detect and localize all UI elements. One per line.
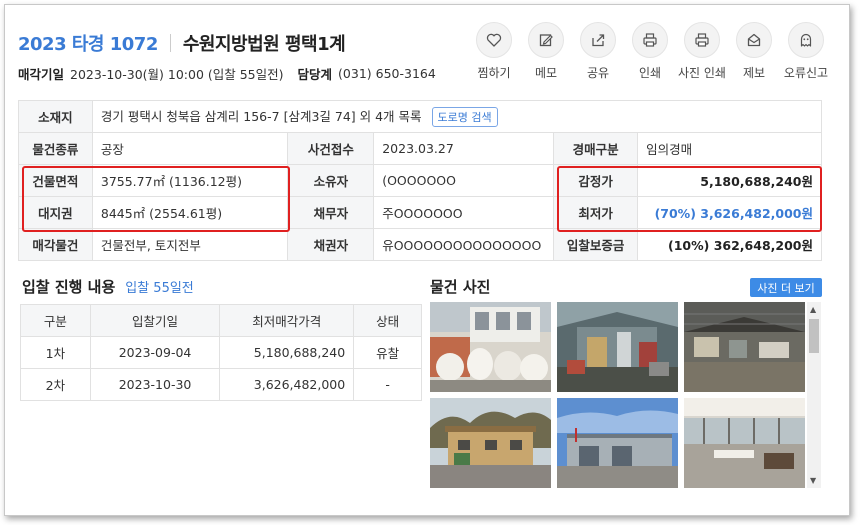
- location-cell: 경기 평택시 청북읍 삼계리 156-7 [삼계3길 74] 외 4개 목록 도…: [91, 100, 823, 133]
- sale-info: 매각기일 2023-10-30(월) 10:00 (입찰 55일전) 담당계 (…: [18, 64, 436, 83]
- type-label: 물건종류: [18, 132, 93, 165]
- bid-progress-title: 입찰 진행 내용 입찰 55일전: [22, 276, 194, 297]
- land-value: 8445㎡ (2554.61평): [91, 196, 289, 229]
- table-row: 1차 2023-09-04 5,180,688,240 유찰: [20, 336, 422, 369]
- min-price-value: (70%) 3,626,482,000원: [637, 196, 822, 229]
- print-icon: [632, 22, 668, 58]
- photo-print-icon: [684, 22, 720, 58]
- property-photo[interactable]: [684, 302, 805, 392]
- table-row: 2차 2023-10-30 3,626,482,000 -: [20, 368, 422, 401]
- favorite-label: 찜하기: [477, 66, 511, 80]
- location-label: 소재지: [18, 100, 93, 133]
- bid-col-status: 상태: [353, 304, 422, 337]
- sale-object-label: 매각물건: [18, 228, 93, 261]
- report-label: 제보: [742, 66, 766, 80]
- photo-gallery: [430, 302, 822, 488]
- favorite-button[interactable]: 찜하기: [468, 22, 520, 81]
- share-label: 공유: [586, 66, 610, 80]
- deposit-value: (10%) 362,648,200원: [637, 228, 822, 261]
- creditor-label: 채권자: [287, 228, 375, 261]
- report-button[interactable]: 제보: [728, 22, 780, 81]
- info-row-location: 소재지 경기 평택시 청북읍 삼계리 156-7 [삼계3길 74] 외 4개 …: [18, 100, 823, 133]
- property-photo[interactable]: [557, 302, 678, 392]
- manager-label: 담당계: [297, 67, 333, 82]
- type-value: 공장: [91, 132, 289, 165]
- bid-progress-heading: 입찰 진행 내용: [22, 278, 116, 296]
- print-button[interactable]: 인쇄: [624, 22, 676, 81]
- photo-print-label: 사진 인쇄: [678, 66, 726, 80]
- share-icon: [580, 22, 616, 58]
- info-row-sale-object: 매각물건 건물전부, 토지전부 채권자 유OOOOOOOOOOOOOOO 입찰보…: [18, 228, 822, 261]
- auction-type-value: 임의경매: [637, 132, 822, 165]
- action-toolbar: 찜하기 메모 공유 인쇄 사진 인쇄 제보 오류신고: [468, 22, 832, 81]
- filed-value: 2023.03.27: [373, 132, 555, 165]
- appraisal-value: 5,180,688,240원: [637, 164, 822, 197]
- property-photo[interactable]: [430, 398, 551, 488]
- case-title: 2023 타경 1072 수원지방법원 평택1계: [18, 30, 346, 56]
- error-report-label: 오류신고: [783, 66, 829, 80]
- memo-icon: [528, 22, 564, 58]
- filed-label: 사건접수: [287, 132, 375, 165]
- case-number: 2023 타경 1072: [18, 34, 158, 55]
- info-row-type: 물건종류 공장 사건접수 2023.03.27 경매구분 임의경매: [18, 132, 822, 165]
- error-report-button[interactable]: 오류신고: [780, 22, 832, 81]
- bid-status: 유찰: [353, 336, 422, 369]
- heart-icon: [476, 22, 512, 58]
- bid-history-table: 구분 입찰기일 최저매각가격 상태 1차 2023-09-04 5,180,68…: [20, 304, 422, 401]
- property-photo[interactable]: [684, 398, 805, 488]
- bid-days-left: 입찰 55일전: [125, 281, 194, 296]
- bid-min-price: 3,626,482,000: [219, 368, 355, 401]
- scroll-down-icon[interactable]: ▼: [810, 476, 816, 485]
- owner-value: (OOOOOOO: [373, 164, 555, 197]
- bid-col-date: 입찰기일: [89, 304, 221, 337]
- bid-header-row: 구분 입찰기일 최저매각가격 상태: [20, 304, 422, 337]
- bid-date: 2023-10-30: [89, 368, 221, 401]
- building-area-label: 건물면적: [18, 164, 93, 197]
- appraisal-label: 감정가: [553, 164, 639, 197]
- report-icon: [736, 22, 772, 58]
- property-info-table: 소재지 경기 평택시 청북읍 삼계리 156-7 [삼계3길 74] 외 4개 …: [18, 100, 823, 261]
- court-name: 수원지방법원 평택1계: [182, 34, 346, 55]
- debtor-value: 주OOOOOOO: [373, 196, 555, 229]
- photo-print-button[interactable]: 사진 인쇄: [676, 22, 728, 81]
- sale-date-label: 매각기일: [18, 67, 65, 82]
- title-divider: [169, 34, 171, 52]
- bid-round: 2차: [20, 368, 91, 401]
- bid-status: -: [353, 368, 422, 401]
- share-button[interactable]: 공유: [572, 22, 624, 81]
- owner-label: 소유자: [287, 164, 375, 197]
- info-row-building: 건물면적 3755.77㎡ (1136.12평) 소유자 (OOOOOOO 감정…: [18, 164, 822, 197]
- bid-round: 1차: [20, 336, 91, 369]
- photos-title: 물건 사진: [430, 278, 491, 296]
- land-label: 대지권: [18, 196, 93, 229]
- sale-object-value: 건물전부, 토지전부: [91, 228, 289, 261]
- bid-min-price: 5,180,688,240: [219, 336, 355, 369]
- info-row-land: 대지권 8445㎡ (2554.61평) 채무자 주OOOOOOO 최저가 (7…: [18, 196, 822, 229]
- memo-button[interactable]: 메모: [520, 22, 572, 81]
- photo-scrollbar[interactable]: ▲ ▼: [807, 302, 821, 488]
- bid-date: 2023-09-04: [89, 336, 221, 369]
- property-photo[interactable]: [430, 302, 551, 392]
- bid-col-round: 구분: [20, 304, 91, 337]
- sale-date-value: 2023-10-30(월) 10:00 (입찰 55일전): [70, 67, 284, 82]
- scroll-thumb[interactable]: [809, 319, 819, 353]
- scroll-up-icon[interactable]: ▲: [810, 305, 816, 314]
- road-search-button[interactable]: 도로명 검색: [431, 107, 498, 127]
- print-label: 인쇄: [638, 66, 662, 80]
- deposit-label: 입찰보증금: [553, 228, 639, 261]
- auction-type-label: 경매구분: [553, 132, 639, 165]
- more-photos-button[interactable]: 사진 더 보기: [750, 278, 822, 297]
- building-area-value: 3755.77㎡ (1136.12평): [91, 164, 289, 197]
- error-report-icon: [788, 22, 824, 58]
- location-value: 경기 평택시 청북읍 삼계리 156-7 [삼계3길 74] 외 4개 목록: [100, 109, 422, 124]
- manager-phone: (031) 650-3164: [338, 66, 436, 81]
- debtor-label: 채무자: [287, 196, 375, 229]
- min-price-label: 최저가: [553, 196, 639, 229]
- bid-col-min-price: 최저매각가격: [219, 304, 355, 337]
- memo-label: 메모: [534, 66, 558, 80]
- property-photo[interactable]: [557, 398, 678, 488]
- creditor-value: 유OOOOOOOOOOOOOOO: [373, 228, 555, 261]
